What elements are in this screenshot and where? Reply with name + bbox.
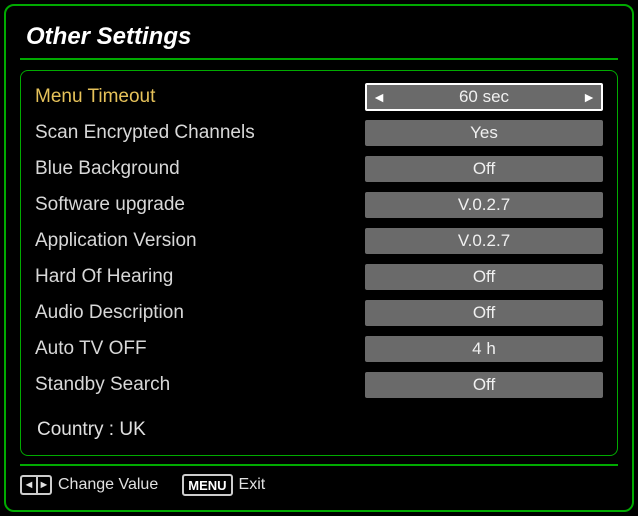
setting-row[interactable]: Hard Of Hearing Off <box>35 261 603 293</box>
left-right-keys-icon: ◄► <box>20 475 52 495</box>
settings-panel: Other Settings Menu Timeout◄►60 secScan … <box>4 4 634 512</box>
hint-exit: MENU Exit <box>182 474 265 496</box>
setting-value-text: Off <box>473 267 495 287</box>
chevron-right-icon[interactable]: ► <box>579 85 599 109</box>
setting-label: Hard Of Hearing <box>35 266 365 288</box>
setting-row[interactable]: Audio Description Off <box>35 297 603 329</box>
setting-row[interactable]: Scan Encrypted Channels Yes <box>35 117 603 149</box>
country-line: Country : UK <box>35 415 603 447</box>
setting-value[interactable]: 4 h <box>365 336 603 362</box>
setting-value[interactable]: Off <box>365 156 603 182</box>
setting-value[interactable]: Off <box>365 372 603 398</box>
setting-label: Application Version <box>35 230 365 252</box>
setting-row[interactable]: Application Version V.0.2.7 <box>35 225 603 257</box>
setting-label: Auto TV OFF <box>35 338 365 360</box>
footer-bar: ◄► Change Value MENU Exit <box>20 464 618 498</box>
setting-value-text: Yes <box>470 123 498 143</box>
setting-label: Audio Description <box>35 302 365 324</box>
setting-row[interactable]: Blue Background Off <box>35 153 603 185</box>
setting-value-text: V.0.2.7 <box>458 231 510 251</box>
setting-value-text: Off <box>473 159 495 179</box>
settings-inner: Menu Timeout◄ ► 60 sec Scan Encrypted Chann… <box>20 70 618 456</box>
setting-row[interactable]: Menu Timeout◄ ► 60 sec <box>35 81 603 113</box>
setting-value-text: Off <box>473 375 495 395</box>
hint-change-value-label: Change Value <box>58 476 158 494</box>
setting-value[interactable]: V.0.2.7 <box>365 192 603 218</box>
setting-row[interactable]: Auto TV OFF 4 h <box>35 333 603 365</box>
menu-key-icon: MENU <box>182 474 232 496</box>
setting-value-text: 60 sec <box>459 87 509 107</box>
hint-exit-label: Exit <box>239 476 266 494</box>
chevron-left-icon[interactable]: ◄ <box>369 85 389 109</box>
setting-label: Menu Timeout <box>35 86 365 108</box>
setting-value[interactable]: Off <box>365 300 603 326</box>
settings-list: Menu Timeout◄ ► 60 sec Scan Encrypted Chann… <box>35 81 603 405</box>
setting-value[interactable]: Yes <box>365 120 603 146</box>
page-title: Other Settings <box>26 23 191 51</box>
setting-value-text: Off <box>473 303 495 323</box>
setting-row[interactable]: Standby Search Off <box>35 369 603 401</box>
setting-value[interactable]: Off <box>365 264 603 290</box>
setting-label: Blue Background <box>35 158 365 180</box>
hint-change-value: ◄► Change Value <box>20 475 158 495</box>
setting-row[interactable]: Software upgrade V.0.2.7 <box>35 189 603 221</box>
setting-label: Scan Encrypted Channels <box>35 122 365 144</box>
setting-label: Standby Search <box>35 374 365 396</box>
setting-value[interactable]: V.0.2.7 <box>365 228 603 254</box>
setting-value-text: V.0.2.7 <box>458 195 510 215</box>
title-bar: Other Settings <box>20 16 618 60</box>
setting-label: Software upgrade <box>35 194 365 216</box>
setting-value-text: 4 h <box>472 339 496 359</box>
setting-value[interactable]: ◄ ► 60 sec <box>365 83 603 111</box>
